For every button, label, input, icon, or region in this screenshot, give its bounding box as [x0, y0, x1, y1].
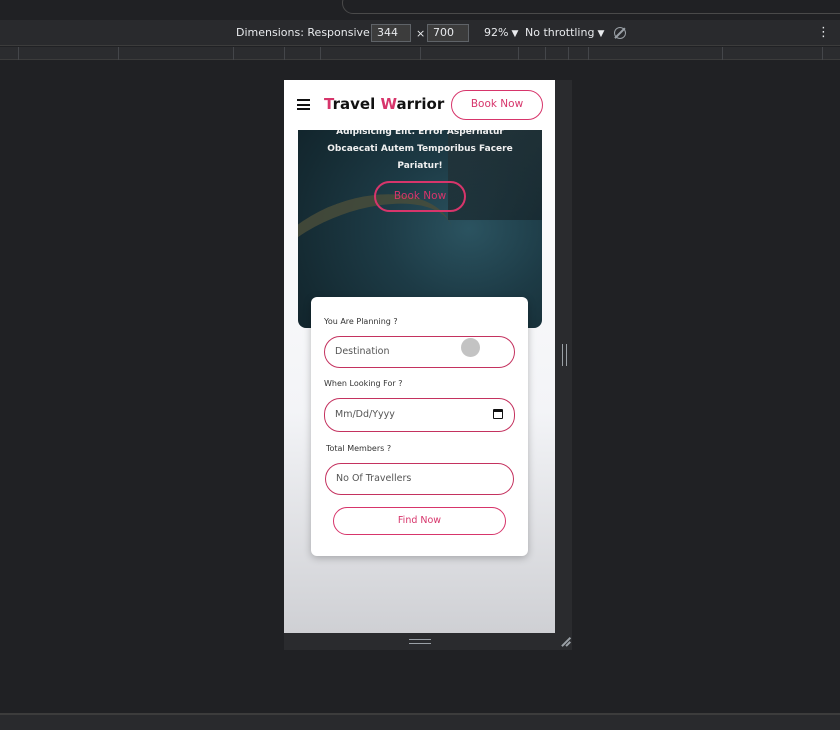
page-viewport: Adipisicing Elit. Error Aspernatur Obcae…: [284, 80, 555, 633]
site-navbar: Travel Warrior Book Now: [284, 80, 555, 130]
media-query-ruler: [0, 47, 840, 60]
nav-book-now-button[interactable]: Book Now: [451, 90, 543, 120]
find-now-button[interactable]: Find Now: [333, 507, 506, 535]
hero-line: Obcaecati Autem Temporibus Facere: [327, 144, 513, 154]
resize-handle-corner-icon[interactable]: [560, 637, 570, 647]
dropdown-caret-icon: ▼: [511, 29, 519, 39]
resize-handle-bottom-icon[interactable]: [409, 639, 431, 644]
hero-line: Pariatur!: [397, 161, 443, 171]
members-label: Total Members ?: [326, 444, 392, 453]
throttling-label: No throttling: [525, 26, 595, 39]
throttling-dropdown[interactable]: No throttling ▼: [525, 26, 604, 39]
hero-text: Adipisicing Elit. Error Aspernatur Obcae…: [298, 124, 542, 175]
date-placeholder: Mm/Dd/Yyyy: [335, 409, 395, 420]
travellers-input[interactable]: No Of Travellers: [325, 463, 514, 495]
devtools-bottom-panel: [0, 713, 840, 730]
dropdown-caret-icon: ▼: [597, 29, 605, 39]
address-bar[interactable]: [342, 0, 840, 14]
hamburger-menu-icon[interactable]: [297, 99, 310, 110]
zoom-dropdown[interactable]: 92% ▼: [484, 26, 518, 39]
zoom-label: 92%: [484, 26, 509, 39]
resize-handle-right-icon[interactable]: [562, 344, 567, 366]
brand-logo[interactable]: Travel Warrior: [324, 95, 444, 113]
destination-input[interactable]: Destination: [324, 336, 515, 368]
planning-label: You Are Planning ?: [324, 317, 398, 326]
brand-letter: T: [324, 95, 333, 113]
browser-top-bar: [0, 0, 840, 20]
brand-letter: W: [380, 95, 397, 113]
brand-text: arrior: [396, 95, 445, 113]
date-input[interactable]: Mm/Dd/Yyyy: [324, 398, 515, 432]
booking-form: You Are Planning ? Destination When Look…: [311, 297, 528, 556]
more-options-icon[interactable]: ⋮: [817, 25, 830, 40]
hero-book-now-button[interactable]: Book Now: [374, 181, 466, 212]
when-label: When Looking For ?: [324, 379, 403, 388]
width-input[interactable]: 344: [371, 24, 411, 42]
calendar-icon[interactable]: [493, 409, 503, 419]
dimensions-dropdown[interactable]: Dimensions: Responsive▼: [236, 26, 380, 39]
times-sign: ×: [416, 27, 426, 40]
height-input[interactable]: 700: [427, 24, 469, 42]
touch-cursor-icon: [461, 338, 480, 357]
rotate-icon[interactable]: [614, 27, 626, 39]
dimensions-label: Dimensions: Responsive: [236, 26, 370, 39]
brand-text: ravel: [332, 95, 381, 113]
device-toolbar: Dimensions: Responsive▼ 344 × 700 92%▼ N…: [0, 20, 840, 46]
